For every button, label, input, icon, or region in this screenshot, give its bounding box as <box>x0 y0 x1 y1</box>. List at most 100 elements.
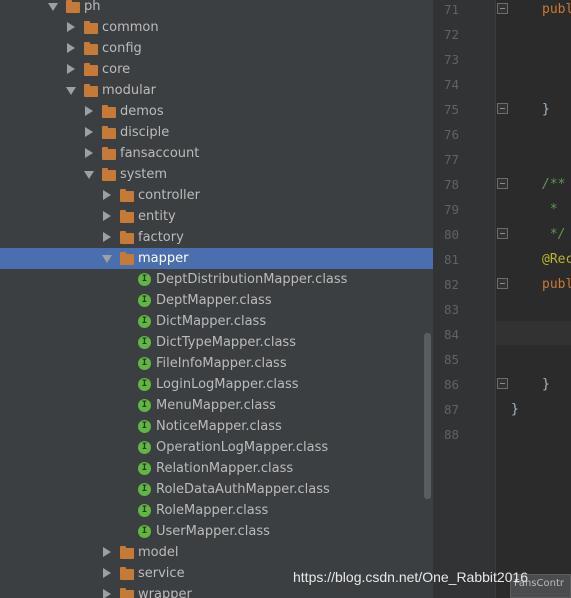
triangle-down-icon[interactable] <box>48 3 58 11</box>
folder-icon <box>102 126 116 139</box>
fold-marker-icon[interactable] <box>497 178 508 189</box>
code-editor[interactable] <box>496 0 571 598</box>
triangle-right-icon[interactable] <box>103 568 111 578</box>
folder-icon <box>84 84 98 97</box>
tree-item-label: model <box>138 545 179 560</box>
project-tree: ph common config core modular demos disciple fa… <box>0 0 433 598</box>
interface-icon: I <box>138 525 151 538</box>
tree-folder-fansaccount[interactable]: fansaccount <box>0 143 433 164</box>
folder-icon <box>84 21 98 34</box>
tree-file-item[interactable]: I MenuMapper.class <box>0 395 433 416</box>
folder-icon <box>66 0 80 13</box>
tree-item-label: common <box>102 20 159 35</box>
line-number: 87 <box>443 402 459 417</box>
tree-item-label: controller <box>138 188 201 203</box>
triangle-right-icon[interactable] <box>67 64 75 74</box>
code-token: publ <box>542 277 571 292</box>
fold-marker-icon[interactable] <box>497 278 508 289</box>
triangle-right-icon[interactable] <box>85 106 93 116</box>
tree-folder-system[interactable]: system <box>0 164 433 185</box>
code-token: */ <box>542 227 566 242</box>
line-number: 74 <box>443 77 459 92</box>
tree-folder-common[interactable]: common <box>0 17 433 38</box>
code-token: /** <box>542 177 566 192</box>
folder-icon <box>120 210 134 223</box>
tree-folder-config[interactable]: config <box>0 38 433 59</box>
tree-file-item[interactable]: I LoginLogMapper.class <box>0 374 433 395</box>
tree-folder-core[interactable]: core <box>0 59 433 80</box>
tree-item-label: entity <box>138 209 176 224</box>
triangle-right-icon[interactable] <box>103 589 111 598</box>
tree-folder-model[interactable]: model <box>0 542 433 563</box>
tree-item-label: mapper <box>138 251 189 266</box>
current-line-highlight <box>496 321 571 345</box>
triangle-down-icon[interactable] <box>84 171 94 179</box>
tree-item-label: service <box>138 566 185 581</box>
tree-item-label: OperationLogMapper.class <box>156 440 329 455</box>
tree-file-item[interactable]: I DictMapper.class <box>0 311 433 332</box>
triangle-right-icon[interactable] <box>85 148 93 158</box>
folder-icon <box>120 189 134 202</box>
interface-icon: I <box>138 315 151 328</box>
tree-file-item[interactable]: I FileInfoMapper.class <box>0 353 433 374</box>
code-token: publ <box>542 2 571 17</box>
tree-file-item[interactable]: I DeptMapper.class <box>0 290 433 311</box>
folder-icon <box>84 42 98 55</box>
fold-marker-icon[interactable] <box>497 228 508 239</box>
tree-file-item[interactable]: I UserMapper.class <box>0 521 433 542</box>
triangle-down-icon[interactable] <box>102 255 112 263</box>
triangle-right-icon[interactable] <box>67 22 75 32</box>
tree-folder-demos[interactable]: demos <box>0 101 433 122</box>
folder-icon <box>120 546 134 559</box>
tree-scrollbar[interactable] <box>424 333 431 499</box>
tree-folder-wrapper[interactable]: wrapper <box>0 584 433 598</box>
tree-file-item[interactable]: I DeptDistributionMapper.class <box>0 269 433 290</box>
tree-folder-entity[interactable]: entity <box>0 206 433 227</box>
triangle-right-icon[interactable] <box>103 547 111 557</box>
line-number: 84 <box>443 327 459 342</box>
triangle-right-icon[interactable] <box>103 190 111 200</box>
triangle-right-icon[interactable] <box>103 232 111 242</box>
code-token: } <box>542 102 550 117</box>
interface-icon: I <box>138 483 151 496</box>
code-token: } <box>511 402 519 417</box>
fold-marker-icon[interactable] <box>497 3 508 14</box>
line-number: 85 <box>443 352 459 367</box>
code-token: * <box>542 202 558 217</box>
tree-item-label: disciple <box>120 125 170 140</box>
tree-folder-ph[interactable]: ph <box>0 0 433 17</box>
tree-item-label: demos <box>120 104 164 119</box>
fold-marker-icon[interactable] <box>497 103 508 114</box>
line-number: 83 <box>443 302 459 317</box>
tree-folder-controller[interactable]: controller <box>0 185 433 206</box>
folder-icon <box>120 231 134 244</box>
line-number: 86 <box>443 377 459 392</box>
line-number: 72 <box>443 27 459 42</box>
triangle-right-icon[interactable] <box>103 211 111 221</box>
folder-icon <box>102 105 116 118</box>
tree-item-label: fansaccount <box>120 146 200 161</box>
tree-file-item[interactable]: I RoleDataAuthMapper.class <box>0 479 433 500</box>
tree-folder-mapper[interactable]: mapper <box>0 248 433 269</box>
tree-file-item[interactable]: I RelationMapper.class <box>0 458 433 479</box>
watermark: https://blog.csdn.net/One_Rabbit2016 <box>293 569 529 585</box>
tree-folder-disciple[interactable]: disciple <box>0 122 433 143</box>
tree-file-item[interactable]: I DictTypeMapper.class <box>0 332 433 353</box>
tree-item-label: RelationMapper.class <box>156 461 294 476</box>
triangle-right-icon[interactable] <box>67 43 75 53</box>
tree-file-item[interactable]: I RoleMapper.class <box>0 500 433 521</box>
tree-item-label: core <box>102 62 131 77</box>
tree-item-label: config <box>102 41 142 56</box>
tree-item-label: MenuMapper.class <box>156 398 276 413</box>
tree-folder-modular[interactable]: modular <box>0 80 433 101</box>
tree-item-label: RoleDataAuthMapper.class <box>156 482 330 497</box>
tree-file-item[interactable]: I NoticeMapper.class <box>0 416 433 437</box>
interface-icon: I <box>138 420 151 433</box>
tree-file-item[interactable]: I OperationLogMapper.class <box>0 437 433 458</box>
folder-icon <box>120 567 134 580</box>
interface-icon: I <box>138 504 151 517</box>
triangle-down-icon[interactable] <box>66 87 76 95</box>
fold-marker-icon[interactable] <box>497 378 508 389</box>
triangle-right-icon[interactable] <box>85 127 93 137</box>
tree-folder-factory[interactable]: factory <box>0 227 433 248</box>
